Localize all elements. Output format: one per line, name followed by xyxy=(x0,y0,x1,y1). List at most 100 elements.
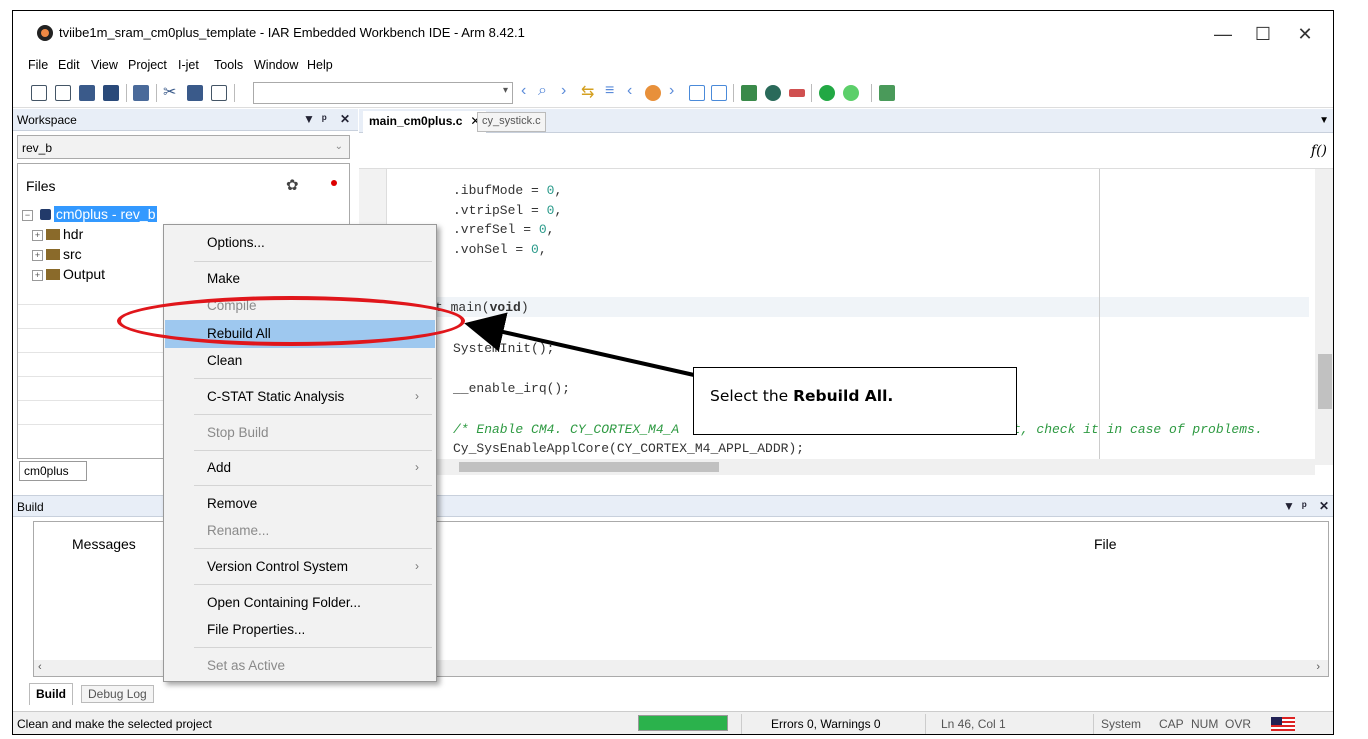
expand-icon[interactable]: + xyxy=(32,270,43,281)
make-icon[interactable] xyxy=(765,85,781,101)
errors-warnings-count: Errors 0, Warnings 0 xyxy=(771,717,881,731)
menu-separator xyxy=(194,414,432,415)
scroll-thumb[interactable] xyxy=(459,462,719,472)
horizontal-scrollbar[interactable] xyxy=(359,459,1315,475)
menu-ijet[interactable]: I-jet xyxy=(178,58,199,72)
forward-icon[interactable]: › xyxy=(561,82,566,100)
vertical-scrollbar[interactable] xyxy=(1315,169,1333,465)
tools-icon[interactable] xyxy=(879,85,895,101)
maximize-button[interactable]: ☐ xyxy=(1243,19,1283,49)
menu-item-add[interactable]: Add › xyxy=(165,454,435,482)
menu-edit[interactable]: Edit xyxy=(58,58,80,72)
download-debug-icon[interactable] xyxy=(819,85,835,101)
workspace-menu-icon[interactable]: ▼ xyxy=(303,112,315,126)
goto-line-icon[interactable]: ≡ xyxy=(605,82,614,100)
paste-icon[interactable] xyxy=(211,85,227,101)
toolbar-separator xyxy=(126,84,127,102)
search-icon[interactable]: ⌕ xyxy=(538,82,547,100)
gear-icon[interactable]: ✿ xyxy=(286,176,299,194)
tree-item-project[interactable]: − cm0plus - rev_b xyxy=(22,206,158,226)
tree-item-output[interactable]: + Output xyxy=(32,266,105,286)
back-icon[interactable]: ‹ xyxy=(521,82,526,100)
menu-project[interactable]: Project xyxy=(128,58,167,72)
menu-view[interactable]: View xyxy=(91,58,118,72)
menu-item-make[interactable]: Make xyxy=(165,265,435,293)
pin-icon[interactable]: ᵖ xyxy=(322,112,327,126)
print-icon[interactable] xyxy=(133,85,149,101)
menu-item-open-folder[interactable]: Open Containing Folder... xyxy=(165,589,435,617)
messages-column-header[interactable]: Messages xyxy=(72,536,136,552)
cut-icon[interactable]: ✂ xyxy=(163,82,176,102)
tab-list-icon[interactable]: ▼ xyxy=(1319,115,1329,126)
menu-item-label: Add xyxy=(207,460,232,475)
workspace-close-icon[interactable]: ✕ xyxy=(340,112,350,126)
prev-bookmark-icon[interactable] xyxy=(689,85,705,101)
tab-main-cm0plus[interactable]: main_cm0plus.c ✕ xyxy=(363,111,487,133)
nav-forward-icon[interactable]: › xyxy=(669,82,674,100)
replace-icon[interactable]: ⇆ xyxy=(581,82,594,102)
file-column-header[interactable]: File xyxy=(1094,536,1117,552)
code-line: .vohSel = 0, xyxy=(453,242,547,257)
menu-item-cstat[interactable]: C-STAT Static Analysis › xyxy=(165,383,435,411)
menu-help[interactable]: Help xyxy=(307,58,333,72)
menu-separator xyxy=(194,584,432,585)
scroll-thumb[interactable] xyxy=(1318,354,1332,409)
tree-item-label: src xyxy=(63,246,82,262)
menu-bar: File Edit View Project I-jet Tools Windo… xyxy=(13,55,1333,77)
tab-cy-systick[interactable]: cy_systick.c xyxy=(477,112,546,132)
iar-app-icon xyxy=(37,25,53,41)
status-message: Clean and make the selected project xyxy=(17,717,212,731)
expand-icon[interactable]: + xyxy=(32,230,43,241)
menu-item-stop-build[interactable]: Stop Build xyxy=(165,419,435,447)
ide-window: tviibe1m_sram_cm0plus_template - IAR Emb… xyxy=(12,10,1334,735)
menu-item-clean[interactable]: Clean xyxy=(165,347,435,375)
tab-build[interactable]: Build xyxy=(29,683,73,705)
submenu-arrow-icon: › xyxy=(415,389,419,403)
menu-window[interactable]: Window xyxy=(254,58,298,72)
close-button[interactable]: ✕ xyxy=(1285,19,1325,49)
function-list-icon[interactable]: f() xyxy=(1311,143,1327,159)
expand-icon[interactable]: + xyxy=(32,250,43,261)
workspace-tab-cm0plus[interactable]: cm0plus xyxy=(19,461,87,481)
pin-icon[interactable]: ᵖ xyxy=(1302,499,1307,513)
stop-build-icon[interactable] xyxy=(789,89,805,97)
new-file-icon[interactable] xyxy=(31,85,47,101)
menu-tools[interactable]: Tools xyxy=(214,58,243,72)
status-dot-icon xyxy=(331,180,337,186)
configuration-select[interactable]: rev_b ⌄ xyxy=(17,135,350,159)
build-menu-icon[interactable]: ▼ xyxy=(1283,499,1295,513)
menu-item-file-properties[interactable]: File Properties... xyxy=(165,616,435,644)
compile-icon[interactable] xyxy=(741,85,757,101)
minimize-button[interactable]: — xyxy=(1203,19,1243,49)
next-bookmark-icon[interactable] xyxy=(711,85,727,101)
new-workspace-icon[interactable] xyxy=(55,85,71,101)
nav-back-icon[interactable]: ‹ xyxy=(627,82,632,100)
menu-item-rename[interactable]: Rename... xyxy=(165,517,435,545)
find-combo[interactable]: ▾ xyxy=(253,82,513,104)
instruction-callout: Select the Rebuild All. xyxy=(693,367,1017,435)
scroll-right-icon[interactable]: › xyxy=(1316,661,1320,673)
save-icon[interactable] xyxy=(79,85,95,101)
scroll-left-icon[interactable]: ‹ xyxy=(38,661,42,673)
submenu-arrow-icon: › xyxy=(415,559,419,573)
debug-no-download-icon[interactable] xyxy=(843,85,859,101)
menu-item-version-control[interactable]: Version Control System › xyxy=(165,553,435,581)
tree-item-src[interactable]: + src xyxy=(32,246,82,266)
bookmark-icon[interactable] xyxy=(645,85,661,101)
chevron-down-icon[interactable]: ⌄ xyxy=(335,141,343,152)
language-flag-icon[interactable] xyxy=(1271,717,1295,731)
copy-icon[interactable] xyxy=(187,85,203,101)
highlight-ellipse xyxy=(117,296,465,346)
tab-debug-log[interactable]: Debug Log xyxy=(81,685,154,703)
chevron-down-icon[interactable]: ▾ xyxy=(503,85,508,96)
menu-file[interactable]: File xyxy=(28,58,48,72)
menu-item-remove[interactable]: Remove xyxy=(165,490,435,518)
build-close-icon[interactable]: ✕ xyxy=(1319,499,1329,513)
save-all-icon[interactable] xyxy=(103,85,119,101)
tree-item-hdr[interactable]: + hdr xyxy=(32,226,83,246)
menu-item-options[interactable]: Options... xyxy=(165,229,435,257)
status-separator xyxy=(925,714,926,734)
collapse-icon[interactable]: − xyxy=(22,210,33,221)
menu-item-set-active[interactable]: Set as Active xyxy=(165,652,435,680)
build-tab-bar: Build Debug Log xyxy=(13,681,1333,705)
